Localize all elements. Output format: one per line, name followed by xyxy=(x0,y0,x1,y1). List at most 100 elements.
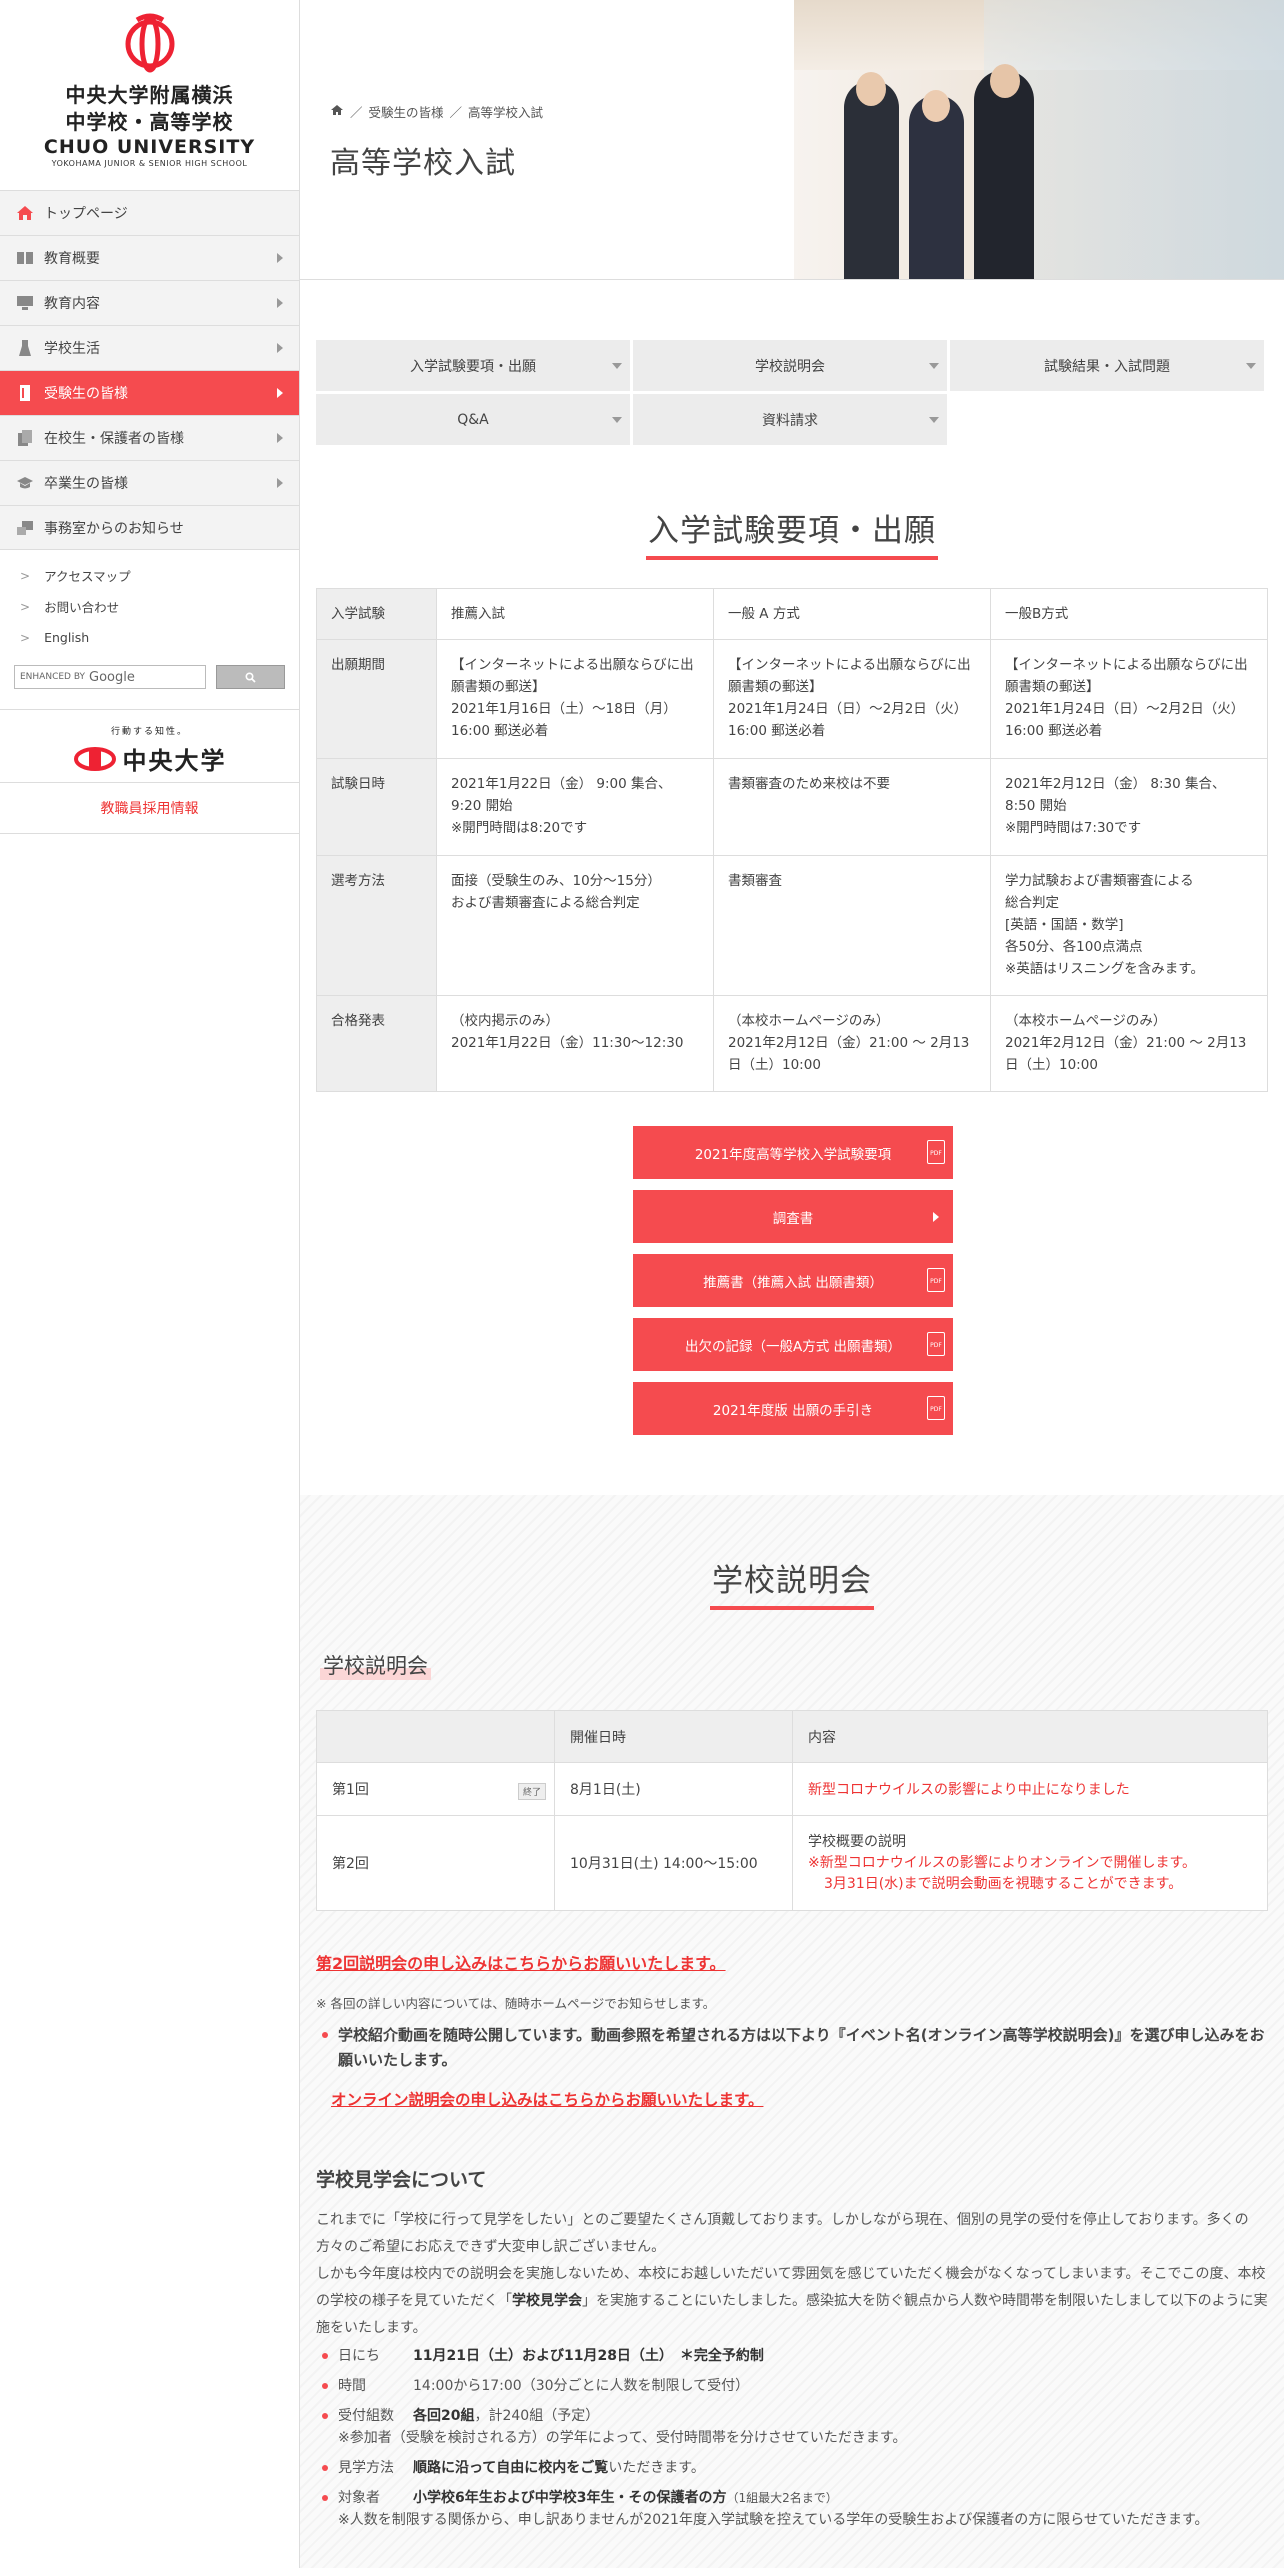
logo-line-2: 中学校・高等学校 xyxy=(65,110,234,134)
chevron-right-icon: > xyxy=(20,599,31,614)
sublink-access-map[interactable]: > アクセスマップ xyxy=(20,560,299,591)
hero-image xyxy=(794,0,1284,279)
table-cell: （本校ホームページのみ） 2021年2月12日（金）21:00 ～ 2月13日（… xyxy=(713,995,991,1092)
list-item: 受付組数 各回20組，計240組（予定） ※参加者（受験を検討される方）の学年によっ… xyxy=(316,2405,1268,2449)
item-label: 日にち xyxy=(338,2348,380,2364)
school-logo[interactable]: 中央大学附属横浜 中学校・高等学校 CHUO UNIVERSITY YOKOHA… xyxy=(0,0,299,190)
breadcrumb-applicants[interactable]: 受験生の皆様 xyxy=(369,102,444,121)
sidebar-item-applicants[interactable]: 受験生の皆様 xyxy=(0,370,299,415)
sidebar-item-office-news[interactable]: 事務室からのお知らせ xyxy=(0,505,299,550)
chuo-university-banner[interactable]: 行動する知性。 中央大学 xyxy=(0,710,299,782)
sidebar-item-school-life[interactable]: 学校生活 xyxy=(0,325,299,370)
online-apply-link[interactable]: オンライン説明会の申し込みはこちらからお願いいたします。 xyxy=(331,2088,763,2110)
button-label: 2021年度高等学校入学試験要項 xyxy=(694,1146,892,1163)
logo-line-1: 中央大学附属横浜 xyxy=(65,83,234,107)
pdf-icon: PDF xyxy=(927,1140,945,1164)
sidebar-item-curriculum[interactable]: 教育内容 xyxy=(0,280,299,325)
table-row-header: 出願期間 xyxy=(316,639,437,759)
briefing-subtitle: 学校説明会 xyxy=(320,1650,431,1680)
tab-qa[interactable]: Q&A xyxy=(316,394,630,445)
briefing-section: 学校説明会 学校説明会 開催日時 内容 第1回 終了 8月1日(土) 新型コロナウ… xyxy=(300,1495,1284,2568)
tab-label: 資料請求 xyxy=(762,412,818,429)
sidebar-item-students-parents[interactable]: 在校生・保護者の皆様 xyxy=(0,415,299,460)
sidebar-item-label: 卒業生の皆様 xyxy=(44,476,128,492)
item-text: 14:00から17:00（30分ごとに人数を制限して受付） xyxy=(413,2378,750,2394)
item-note: ※人数を制限する関係から、申し訳ありませんが2021年度入学試験を控えている学年… xyxy=(338,2512,1209,2528)
search-google-label: Google xyxy=(89,669,135,685)
sidebar-item-top[interactable]: トップページ xyxy=(0,190,299,235)
table-row: 試験日時 2021年1月22日（金） 9:00 集合、9:20 開始 ※開門時間… xyxy=(316,758,1268,856)
breadcrumb-current: 高等学校入試 xyxy=(468,105,544,120)
briefing-note: ※ 各回の詳しい内容については、随時ホームページでお知らせします。 xyxy=(316,1996,716,2011)
briefing-apply-link[interactable]: 第2回説明会の申し込みはこちらからお願いいたします。 xyxy=(316,1950,726,1974)
download-buttons: 2021年度高等学校入学試験要項 PDF 調査書 推薦書（推薦入試 出願書類） PD… xyxy=(633,1126,953,1446)
table-header-cell: 推薦入試 xyxy=(436,588,714,640)
sidebar-item-label: 教育概要 xyxy=(44,251,100,267)
section-tabs: 入学試験要項・出願 学校説明会 試験結果・入試問題 Q&A 資料請求 xyxy=(316,340,1268,445)
report-form-button[interactable]: 調査書 xyxy=(633,1190,953,1243)
home-icon xyxy=(16,204,34,222)
sidebar-item-overview[interactable]: 教育概要 xyxy=(0,235,299,280)
recruit-link[interactable]: 教職員採用情報 xyxy=(0,782,299,834)
list-item: 時間 14:00から17:00（30分ごとに人数を制限して受付） xyxy=(316,2375,1268,2397)
documents-icon xyxy=(16,429,34,447)
sublink-contact[interactable]: > お問い合わせ xyxy=(20,591,299,622)
chuo-logo-icon xyxy=(73,746,116,771)
chevron-down-icon xyxy=(929,363,939,369)
item-text: （1組最大2名まで） xyxy=(726,2491,838,2505)
visit-paragraph: これまでに「学校に行って見学をしたい」とのご要望たくさん頂戴しております。しかし… xyxy=(316,2212,1249,2255)
pdf-icon: PDF xyxy=(927,1332,945,1356)
table-cell: 面接（受験生のみ、10分～15分） および書類審査による総合判定 xyxy=(436,855,714,996)
item-label: 時間 xyxy=(338,2378,366,2394)
bullet-icon xyxy=(322,2413,328,2419)
status-badge: 終了 xyxy=(517,1783,546,1800)
table-cell: 【インターネットによる出願ならびに出願書類の郵送】 2021年1月24日（日）～… xyxy=(713,639,991,759)
item-bold: 小学校6年生および中学校3年生・その保護者の方 xyxy=(413,2490,727,2506)
requirements-pdf-button[interactable]: 2021年度高等学校入学試験要項 PDF xyxy=(633,1126,953,1179)
table-row: 入学試験 推薦入試 一般 A 方式 一般B方式 xyxy=(316,588,1268,640)
table-header-cell: 一般 A 方式 xyxy=(713,588,991,640)
book-icon xyxy=(16,249,34,267)
tab-materials[interactable]: 資料請求 xyxy=(633,394,947,445)
table-row: 合格発表 （校内掲示のみ） 2021年1月22日（金）11:30～12:30 （… xyxy=(316,995,1268,1092)
sidebar-item-label: 事務室からのお知らせ xyxy=(44,520,184,537)
recommendation-pdf-button[interactable]: 推薦書（推薦入試 出願書類） PDF xyxy=(633,1254,953,1307)
notebook-icon xyxy=(16,384,34,402)
flask-icon xyxy=(16,339,34,357)
search-input[interactable]: ENHANCED BY Google xyxy=(14,665,207,689)
chevron-down-icon xyxy=(1246,363,1256,369)
tab-requirements[interactable]: 入学試験要項・出願 xyxy=(316,340,630,391)
table-cell: 書類審査 xyxy=(713,855,991,996)
tab-briefing[interactable]: 学校説明会 xyxy=(633,340,947,391)
table-cell: 新型コロナウイルスの影響により中止になりました xyxy=(792,1762,1268,1816)
tab-results[interactable]: 試験結果・入試問題 xyxy=(950,340,1264,391)
news-icon xyxy=(16,519,34,537)
table-cell: 8月1日(土) xyxy=(554,1762,793,1816)
home-icon[interactable] xyxy=(330,104,344,119)
chuo-name: 中央大学 xyxy=(122,747,227,775)
section-title-text: 入学試験要項・出願 xyxy=(646,505,938,560)
visit-details: 日にち 11月21日（土）および11月28日（土） ＊完全予約制 時間 14:00か… xyxy=(316,2345,1268,2539)
search-icon xyxy=(245,671,256,683)
list-item: 対象者 小学校6年生および中学校3年生・その保護者の方（1組最大2名まで） ※人数を… xyxy=(316,2487,1268,2531)
chevron-down-icon xyxy=(929,417,939,423)
session-content-note: 3月31日(水)まで説明会動画を視聴することができます。 xyxy=(824,1875,1183,1892)
main-content: 入学試験要項・出願 学校説明会 試験結果・入試問題 Q&A 資料請求 入学試験要… xyxy=(316,340,1268,1435)
search-button[interactable] xyxy=(216,665,285,689)
table-row-header: 合格発表 xyxy=(316,995,437,1092)
section-title-briefing: 学校説明会 xyxy=(316,1555,1268,1610)
sublink-english[interactable]: > English xyxy=(20,622,299,653)
attendance-pdf-button[interactable]: 出欠の記録（一般A方式 出願書類） PDF xyxy=(633,1318,953,1371)
sidebar-item-label: 受験生の皆様 xyxy=(44,386,128,402)
guide-pdf-button[interactable]: 2021年度版 出願の手引き PDF xyxy=(633,1382,953,1435)
table-cell: 2021年1月22日（金） 9:00 集合、9:20 開始 ※開門時間は8:20… xyxy=(436,758,714,856)
sidebar-item-alumni[interactable]: 卒業生の皆様 xyxy=(0,460,299,505)
table-cell: 10月31日(土) 14:00～15:00 xyxy=(554,1815,793,1911)
table-header-cell: 開催日時 xyxy=(554,1710,793,1763)
chevron-right-icon xyxy=(277,253,283,263)
school-emblem-icon xyxy=(125,13,174,73)
table-row: 出願期間 【インターネットによる出願ならびに出願書類の郵送】 2021年1月16… xyxy=(316,639,1268,759)
button-label: 推薦書（推薦入試 出願書類） xyxy=(703,1274,883,1291)
sublink-label: お問い合わせ xyxy=(44,600,120,615)
chevron-right-icon: > xyxy=(20,630,31,645)
